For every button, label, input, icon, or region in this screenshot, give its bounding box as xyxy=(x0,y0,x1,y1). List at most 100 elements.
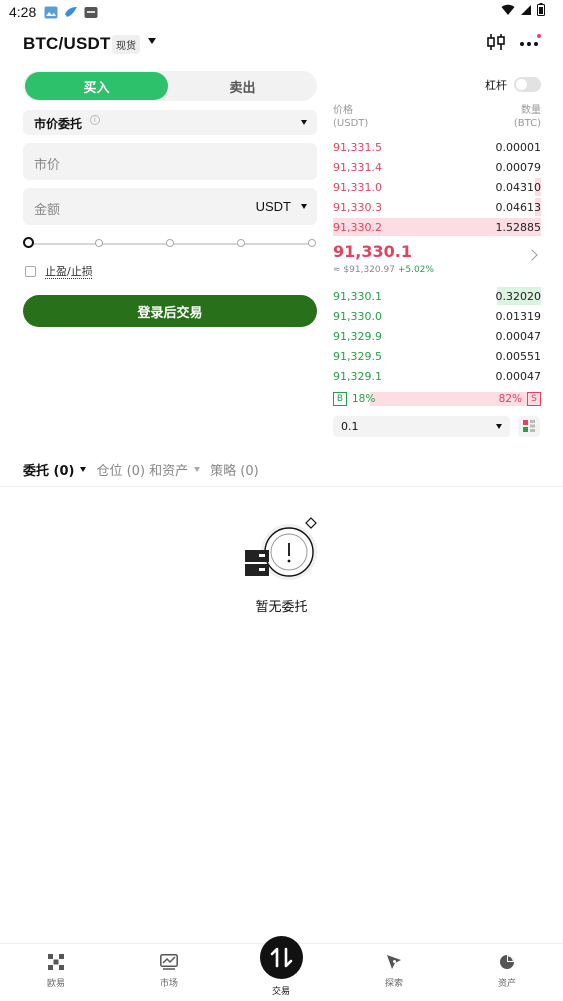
nav-markets[interactable]: 市场 xyxy=(139,954,199,989)
qty-column-header: 数量 (BTC) xyxy=(514,104,541,130)
battery-icon xyxy=(537,3,545,16)
slider-step-50[interactable] xyxy=(166,239,174,247)
nav-assets[interactable]: 资产 xyxy=(477,954,537,989)
bird-notification-icon xyxy=(65,6,78,17)
bid-price: 91,330.0 xyxy=(333,310,382,323)
bid-qty: 0.00047 xyxy=(495,330,542,343)
ask-qty: 0.04613 xyxy=(495,201,542,214)
more-options-icon[interactable] xyxy=(518,34,542,50)
ask-row[interactable]: 91,331.4 0.00079 xyxy=(333,158,541,176)
last-price: 91,330.1 xyxy=(333,242,412,261)
ask-price: 91,331.4 xyxy=(333,161,382,174)
empty-orders-illustration xyxy=(245,517,317,580)
gallery-notification-icon xyxy=(44,6,58,18)
side-toggle: 买入 卖出 xyxy=(23,71,317,101)
pie-chart-icon xyxy=(500,955,514,969)
slider-step-25[interactable] xyxy=(95,239,103,247)
price-column-header: 价格 (USDT) xyxy=(333,104,368,130)
order-book-layout-button[interactable] xyxy=(518,416,540,437)
pair-title[interactable]: BTC/USDT xyxy=(23,34,111,54)
nav-explore[interactable]: 探索 xyxy=(364,954,424,989)
signal-icon xyxy=(521,4,531,15)
depth-step-select[interactable]: 0.1 xyxy=(333,416,510,437)
order-type-select[interactable]: 市价委托 i xyxy=(23,110,317,135)
buy-sell-ratio-bar: B 18% 82% S xyxy=(333,392,541,406)
price-change: +5.02% xyxy=(397,265,434,275)
ask-qty: 0.04310 xyxy=(495,181,542,194)
tpsl-label: 止盈/止损 xyxy=(45,265,93,278)
bid-row[interactable]: 91,329.5 0.00551 xyxy=(333,347,541,365)
ask-row[interactable]: 91,331.5 0.00001 xyxy=(333,138,541,156)
chevron-down-icon xyxy=(194,467,201,472)
ask-row[interactable]: 91,330.2 1.52885 xyxy=(333,218,541,236)
ask-qty: 0.00001 xyxy=(495,141,542,154)
ask-qty: 0.00079 xyxy=(495,161,542,174)
ask-price: 91,330.2 xyxy=(333,221,382,234)
chevron-down-icon xyxy=(301,120,307,125)
nav-assets-label: 资产 xyxy=(497,979,516,989)
amount-field[interactable]: 金额 USDT xyxy=(23,188,317,225)
ask-price: 91,330.3 xyxy=(333,201,382,214)
wifi-icon xyxy=(501,4,515,15)
notification-dot xyxy=(537,34,541,38)
ask-row[interactable]: 91,331.0 0.04310 xyxy=(333,178,541,196)
status-time: 4:28 xyxy=(9,4,37,20)
bid-row[interactable]: 91,329.9 0.00047 xyxy=(333,327,541,345)
compass-icon xyxy=(387,955,401,969)
buy-tab[interactable]: 买入 xyxy=(25,72,168,100)
qty-unit: (BTC) xyxy=(513,118,541,129)
nav-home[interactable]: 欧易 xyxy=(26,954,86,989)
bid-row[interactable]: 91,330.0 0.01319 xyxy=(333,307,541,325)
tab-strategies-label: 策略 (0) xyxy=(210,464,259,479)
nav-home-label: 欧易 xyxy=(46,979,65,989)
tpsl-option[interactable]: 止盈/止损 xyxy=(25,263,93,279)
nav-trade-button[interactable] xyxy=(260,936,303,979)
bid-price: 91,329.9 xyxy=(333,330,382,343)
tab-orders[interactable]: 委托 (0) xyxy=(23,460,87,479)
ask-row[interactable]: 91,330.3 0.04613 xyxy=(333,198,541,216)
sell-ratio: 82% xyxy=(498,393,522,405)
toggle-knob xyxy=(516,79,527,90)
tab-positions-assets[interactable]: 仓位 (0) 和资产 xyxy=(96,460,201,479)
sell-tab[interactable]: 卖出 xyxy=(170,72,315,100)
chevron-down-icon xyxy=(80,467,87,472)
status-bar: 4:28 xyxy=(0,0,563,24)
chevron-down-icon xyxy=(496,424,502,429)
leverage-label: 杠杆 xyxy=(485,79,507,92)
app-notification-icon xyxy=(84,6,98,18)
amount-slider[interactable] xyxy=(23,237,317,250)
price-placeholder: 市价 xyxy=(34,158,61,173)
bid-price: 91,329.1 xyxy=(333,370,382,383)
tab-strategies[interactable]: 策略 (0) xyxy=(210,460,259,479)
amount-placeholder: 金额 xyxy=(34,203,61,218)
pair-dropdown-icon[interactable] xyxy=(148,38,156,44)
ask-price: 91,331.5 xyxy=(333,141,382,154)
slider-step-75[interactable] xyxy=(237,239,245,247)
nav-trade-label: 交易 xyxy=(271,987,290,997)
chevron-right-icon[interactable] xyxy=(526,249,538,261)
market-chart-icon xyxy=(160,954,178,970)
nav-markets-label: 市场 xyxy=(159,979,178,989)
price-field[interactable]: 市价 xyxy=(23,143,317,180)
layout-icon xyxy=(523,420,535,432)
order-type-label: 市价委托 xyxy=(34,117,83,131)
bid-row[interactable]: 91,329.1 0.00047 xyxy=(333,367,541,385)
leverage-toggle[interactable] xyxy=(514,77,541,92)
info-icon[interactable]: i xyxy=(90,115,100,125)
sell-badge: S xyxy=(527,392,541,406)
bid-row[interactable]: 91,330.1 0.32020 xyxy=(333,287,541,305)
amount-unit-select[interactable]: USDT xyxy=(256,199,291,214)
candlestick-chart-icon[interactable] xyxy=(486,32,506,52)
slider-handle[interactable] xyxy=(23,237,34,248)
tpsl-checkbox[interactable] xyxy=(25,265,36,277)
slider-step-100[interactable] xyxy=(308,239,316,247)
bid-qty: 0.00047 xyxy=(495,370,542,383)
price-header: 价格 xyxy=(333,105,353,116)
chevron-down-icon xyxy=(301,204,307,209)
bottom-nav: 欧易 市场 交易 探索 资产 xyxy=(0,936,563,1001)
login-to-trade-button[interactable]: 登录后交易 xyxy=(23,295,317,327)
empty-state-text: 暂无委托 xyxy=(255,600,308,615)
last-price-fiat: ≈ $91,320.97 xyxy=(333,265,395,275)
buy-badge: B xyxy=(333,392,347,406)
bid-price: 91,330.1 xyxy=(333,290,382,303)
